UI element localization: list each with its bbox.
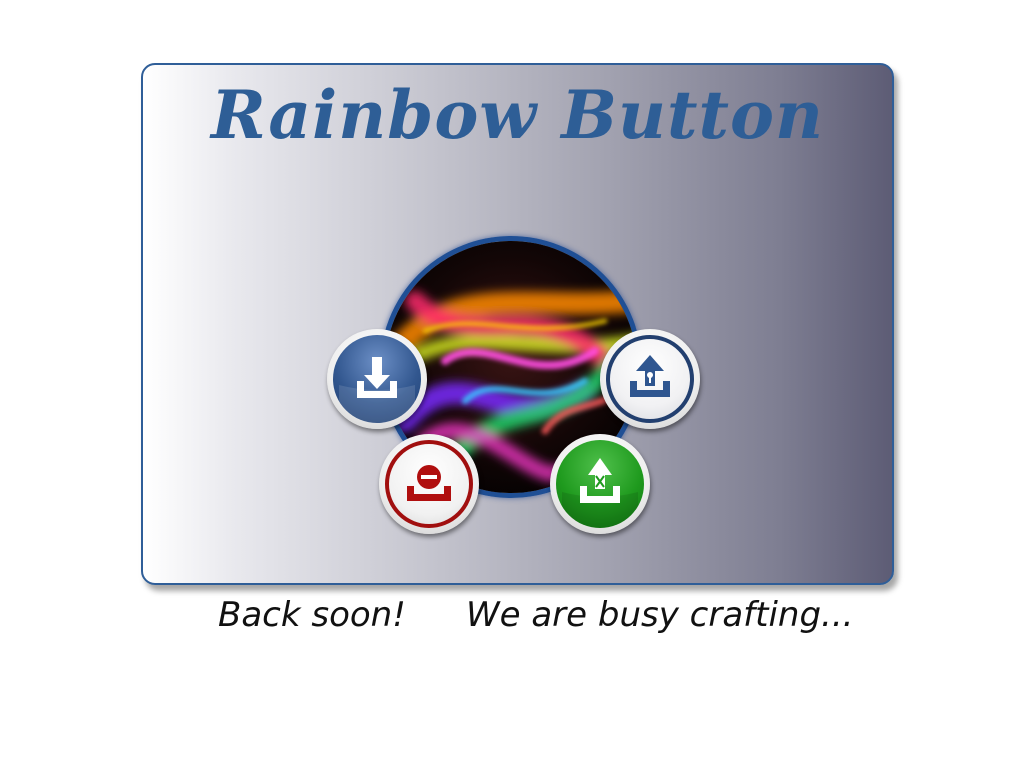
page-title: Rainbow Button xyxy=(211,76,824,154)
busy-crafting-text: We are busy crafting... xyxy=(466,595,854,635)
remove-icon xyxy=(407,465,451,501)
footer: Back soon! We are busy crafting... xyxy=(0,590,1024,640)
main-card: Rainbow Button xyxy=(141,63,894,585)
upload-icon xyxy=(630,355,670,397)
upload-button[interactable] xyxy=(600,329,700,429)
download-icon xyxy=(339,357,415,423)
back-soon-text: Back soon! xyxy=(218,595,406,635)
publish-button[interactable] xyxy=(550,434,650,534)
publish-icon xyxy=(562,458,638,528)
remove-button[interactable] xyxy=(379,434,479,534)
download-button[interactable] xyxy=(327,329,427,429)
page: Rainbow Button Back soon! We are busy cr… xyxy=(0,0,1024,768)
